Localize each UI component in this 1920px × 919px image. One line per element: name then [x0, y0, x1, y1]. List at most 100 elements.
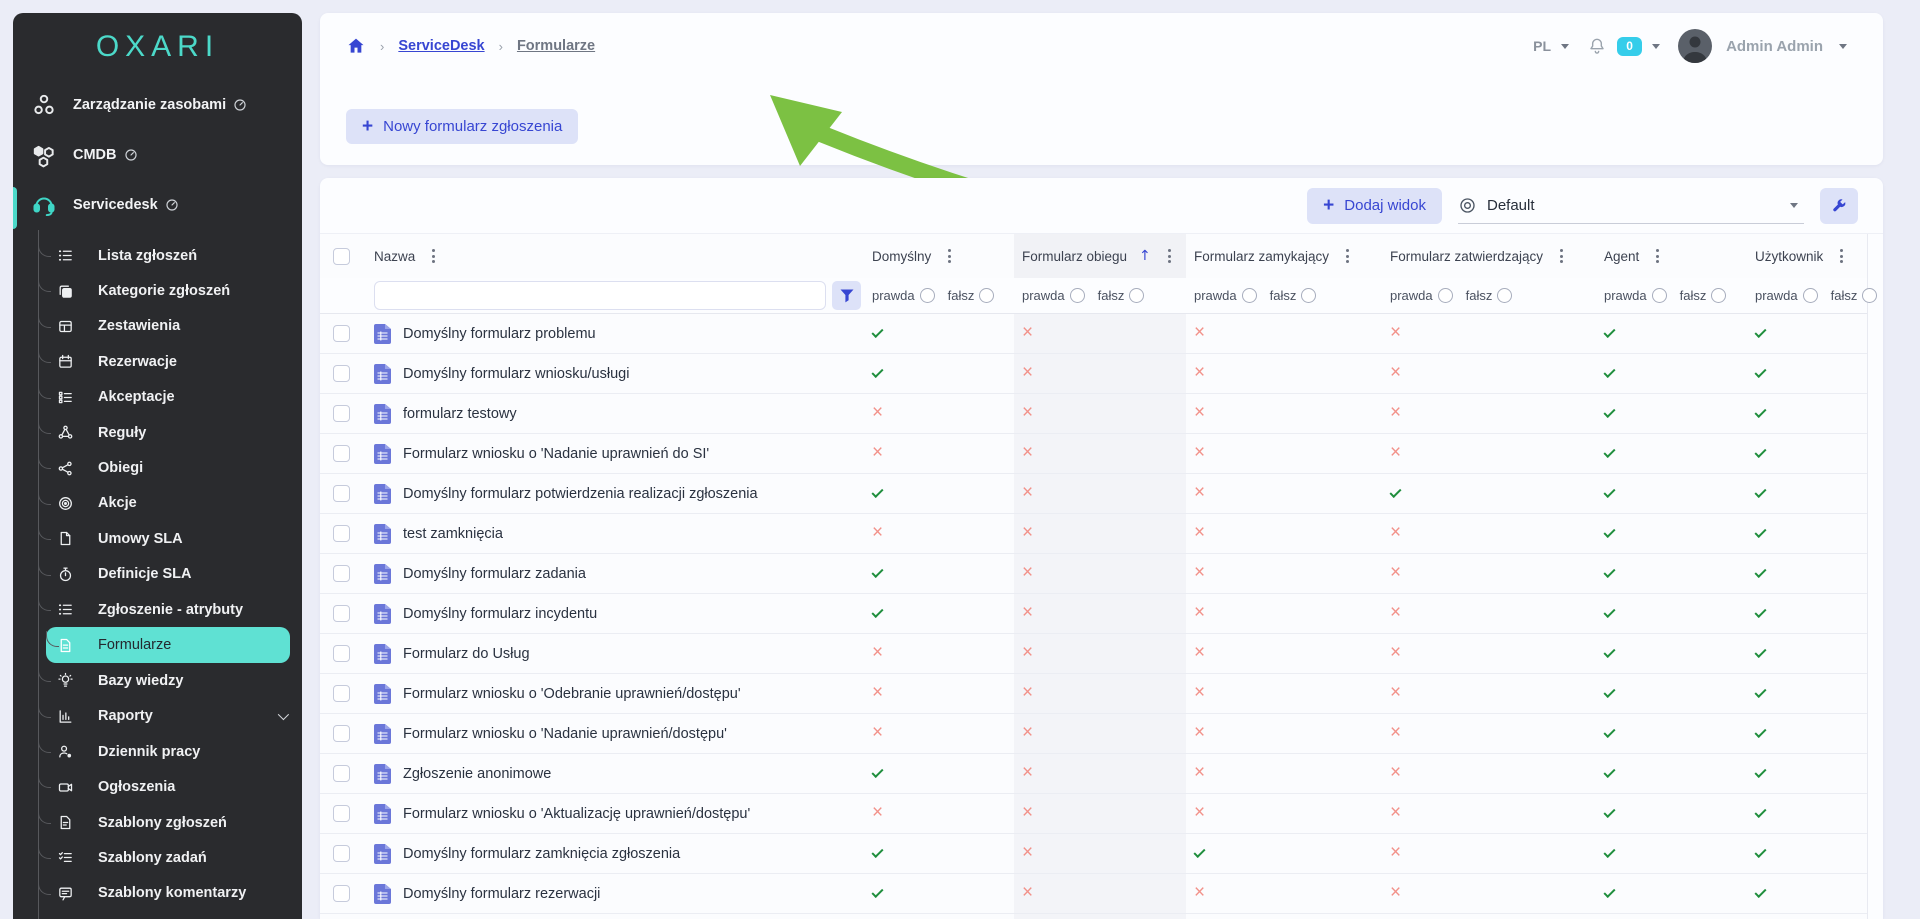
- language-selector[interactable]: PL: [1533, 38, 1551, 54]
- form-name[interactable]: Zgłoszenie anonimowe: [403, 766, 551, 782]
- filter-funnel-button[interactable]: [832, 281, 861, 310]
- form-name[interactable]: Domyślny formularz potwierdzenia realiza…: [403, 486, 758, 502]
- sidebar-item-rezerwacje[interactable]: Rezerwacje: [38, 344, 302, 379]
- form-name[interactable]: Domyślny formularz problemu: [403, 326, 596, 342]
- notification-count-badge[interactable]: 0: [1617, 37, 1642, 56]
- column-header-zatwierdzajacy[interactable]: Formularz zatwierdzający: [1382, 234, 1596, 278]
- form-name[interactable]: Domyślny formularz wniosku/usługi: [403, 366, 629, 382]
- row-checkbox[interactable]: [333, 805, 350, 822]
- sidebar-item-akcje[interactable]: Akcje: [38, 486, 302, 521]
- row-checkbox[interactable]: [333, 605, 350, 622]
- row-checkbox[interactable]: [333, 365, 350, 382]
- sidebar-item-zgloszenie-atrybuty[interactable]: Zgłoszenie - atrybuty: [38, 592, 302, 627]
- radio-false-zamykajacy[interactable]: [1301, 288, 1316, 303]
- sidebar-item-definicje-sla[interactable]: Definicje SLA: [38, 557, 302, 592]
- radio-false-uzytkownik[interactable]: [1862, 288, 1877, 303]
- avatar[interactable]: [1678, 29, 1712, 63]
- breadcrumb-servicedesk[interactable]: ServiceDesk: [398, 38, 484, 54]
- row-checkbox[interactable]: [333, 885, 350, 902]
- form-name[interactable]: Formularz wniosku o 'Nadanie uprawnień/d…: [403, 726, 727, 742]
- row-checkbox[interactable]: [333, 445, 350, 462]
- notification-bell-icon[interactable]: [1587, 36, 1607, 56]
- chevron-down-icon[interactable]: [1652, 44, 1660, 49]
- sidebar-item-obiegi[interactable]: Obiegi: [38, 450, 302, 485]
- form-name[interactable]: Domyślny formularz zadania: [403, 566, 586, 582]
- column-menu-icon[interactable]: [945, 246, 954, 266]
- column-menu-icon[interactable]: [429, 246, 438, 266]
- sidebar-item-raporty[interactable]: Raporty: [38, 699, 302, 734]
- row-checkbox[interactable]: [333, 685, 350, 702]
- radio-false-domyslny[interactable]: [979, 288, 994, 303]
- radio-true-agent[interactable]: [1652, 288, 1667, 303]
- add-view-button[interactable]: + Dodaj widok: [1307, 188, 1442, 224]
- radio-false-agent[interactable]: [1711, 288, 1726, 303]
- column-menu-icon[interactable]: [1653, 246, 1662, 266]
- view-selector[interactable]: Default: [1458, 188, 1804, 224]
- column-header-name[interactable]: Nazwa: [366, 234, 864, 278]
- sidebar-item-lista-zgloszen[interactable]: Lista zgłoszeń: [38, 238, 302, 273]
- breadcrumb-formularze[interactable]: Formularze: [517, 38, 595, 54]
- form-name[interactable]: test zamknięcia: [403, 526, 503, 542]
- home-icon[interactable]: [346, 36, 366, 56]
- chevron-down-icon[interactable]: [1790, 203, 1798, 208]
- row-checkbox[interactable]: [333, 525, 350, 542]
- form-name[interactable]: Formularz do Usług: [403, 646, 530, 662]
- column-header-agent[interactable]: Agent: [1596, 234, 1747, 278]
- sidebar-item-szablony-powiadomien[interactable]: Szablony powiadomień: [38, 911, 302, 919]
- form-name[interactable]: Domyślny formularz incydentu: [403, 606, 597, 622]
- column-menu-icon[interactable]: [1557, 246, 1566, 266]
- radio-true-zatwierdzajacy[interactable]: [1438, 288, 1453, 303]
- name-filter-input[interactable]: [374, 281, 826, 310]
- radio-true-domyslny[interactable]: [920, 288, 935, 303]
- form-name[interactable]: Formularz wniosku o 'Nadanie uprawnień d…: [403, 446, 709, 462]
- select-all-checkbox[interactable]: [333, 248, 350, 265]
- row-checkbox[interactable]: [333, 485, 350, 502]
- sidebar-item-ogloszenia[interactable]: Ogłoszenia: [38, 769, 302, 804]
- radio-true-uzytkownik[interactable]: [1803, 288, 1818, 303]
- form-name[interactable]: Formularz wniosku o 'Odebranie uprawnień…: [403, 686, 741, 702]
- table-row: Domyślny formularz wniosku/usługi×××: [320, 354, 1867, 394]
- column-menu-icon[interactable]: [1343, 246, 1352, 266]
- sidebar-item-dziennik-pracy[interactable]: Dziennik pracy: [38, 734, 302, 769]
- column-header-obiegu[interactable]: Formularz obiegu ↑: [1014, 234, 1186, 278]
- sort-asc-icon[interactable]: ↑: [1139, 248, 1151, 264]
- radio-false-obiegu[interactable]: [1129, 288, 1144, 303]
- radio-true-zamykajacy[interactable]: [1242, 288, 1257, 303]
- sidebar-item-bazy-wiedzy[interactable]: Bazy wiedzy: [38, 663, 302, 698]
- column-menu-icon[interactable]: [1165, 246, 1174, 266]
- sidebar-item-reguly[interactable]: Reguły: [38, 415, 302, 450]
- column-menu-icon[interactable]: [1837, 246, 1846, 266]
- column-header-domyslny[interactable]: Domyślny: [864, 234, 1014, 278]
- row-checkbox[interactable]: [333, 565, 350, 582]
- sidebar-item-szablony-komentarzy[interactable]: Szablony komentarzy: [38, 876, 302, 911]
- sidebar-item-zestawienia[interactable]: Zestawienia: [38, 309, 302, 344]
- chevron-down-icon[interactable]: [1561, 44, 1569, 49]
- column-header-zamykajacy[interactable]: Formularz zamykający: [1186, 234, 1382, 278]
- row-checkbox[interactable]: [333, 405, 350, 422]
- radio-true-obiegu[interactable]: [1070, 288, 1085, 303]
- row-checkbox[interactable]: [333, 325, 350, 342]
- form-name[interactable]: formularz testowy: [403, 406, 517, 422]
- form-name[interactable]: Domyślny formularz rezerwacji: [403, 886, 600, 902]
- form-name[interactable]: Domyślny formularz zamknięcia zgłoszenia: [403, 846, 680, 862]
- row-checkbox[interactable]: [333, 845, 350, 862]
- column-header-uzytkownik[interactable]: Użytkownik: [1747, 234, 1868, 278]
- sidebar-item-umowy-sla[interactable]: Umowy SLA: [38, 521, 302, 556]
- chevron-down-icon[interactable]: [278, 709, 289, 720]
- sidebar-item-szablony-zadan[interactable]: Szablony zadań: [38, 840, 302, 875]
- sidebar-item-szablony-zgloszen[interactable]: Szablony zgłoszeń: [38, 805, 302, 840]
- sidebar-item-akceptacje[interactable]: Akceptacje: [38, 380, 302, 415]
- chevron-down-icon[interactable]: [1839, 44, 1847, 49]
- sidebar-section-servicedesk[interactable]: Servicedesk: [13, 180, 302, 230]
- sidebar-item-formularze[interactable]: Formularze: [46, 627, 290, 663]
- new-form-button[interactable]: + Nowy formularz zgłoszenia: [346, 109, 578, 144]
- row-checkbox[interactable]: [333, 765, 350, 782]
- row-checkbox[interactable]: [333, 645, 350, 662]
- radio-false-zatwierdzajacy[interactable]: [1497, 288, 1512, 303]
- sidebar-item-kategorie-zgloszen[interactable]: Kategorie zgłoszeń: [38, 273, 302, 308]
- sidebar-section-cmdb[interactable]: CMDB: [13, 130, 302, 180]
- row-checkbox[interactable]: [333, 725, 350, 742]
- view-settings-button[interactable]: [1820, 188, 1858, 224]
- sidebar-section-zarzadzanie-zasobami[interactable]: Zarządzanie zasobami: [13, 80, 302, 130]
- form-name[interactable]: Formularz wniosku o 'Aktualizację uprawn…: [403, 806, 750, 822]
